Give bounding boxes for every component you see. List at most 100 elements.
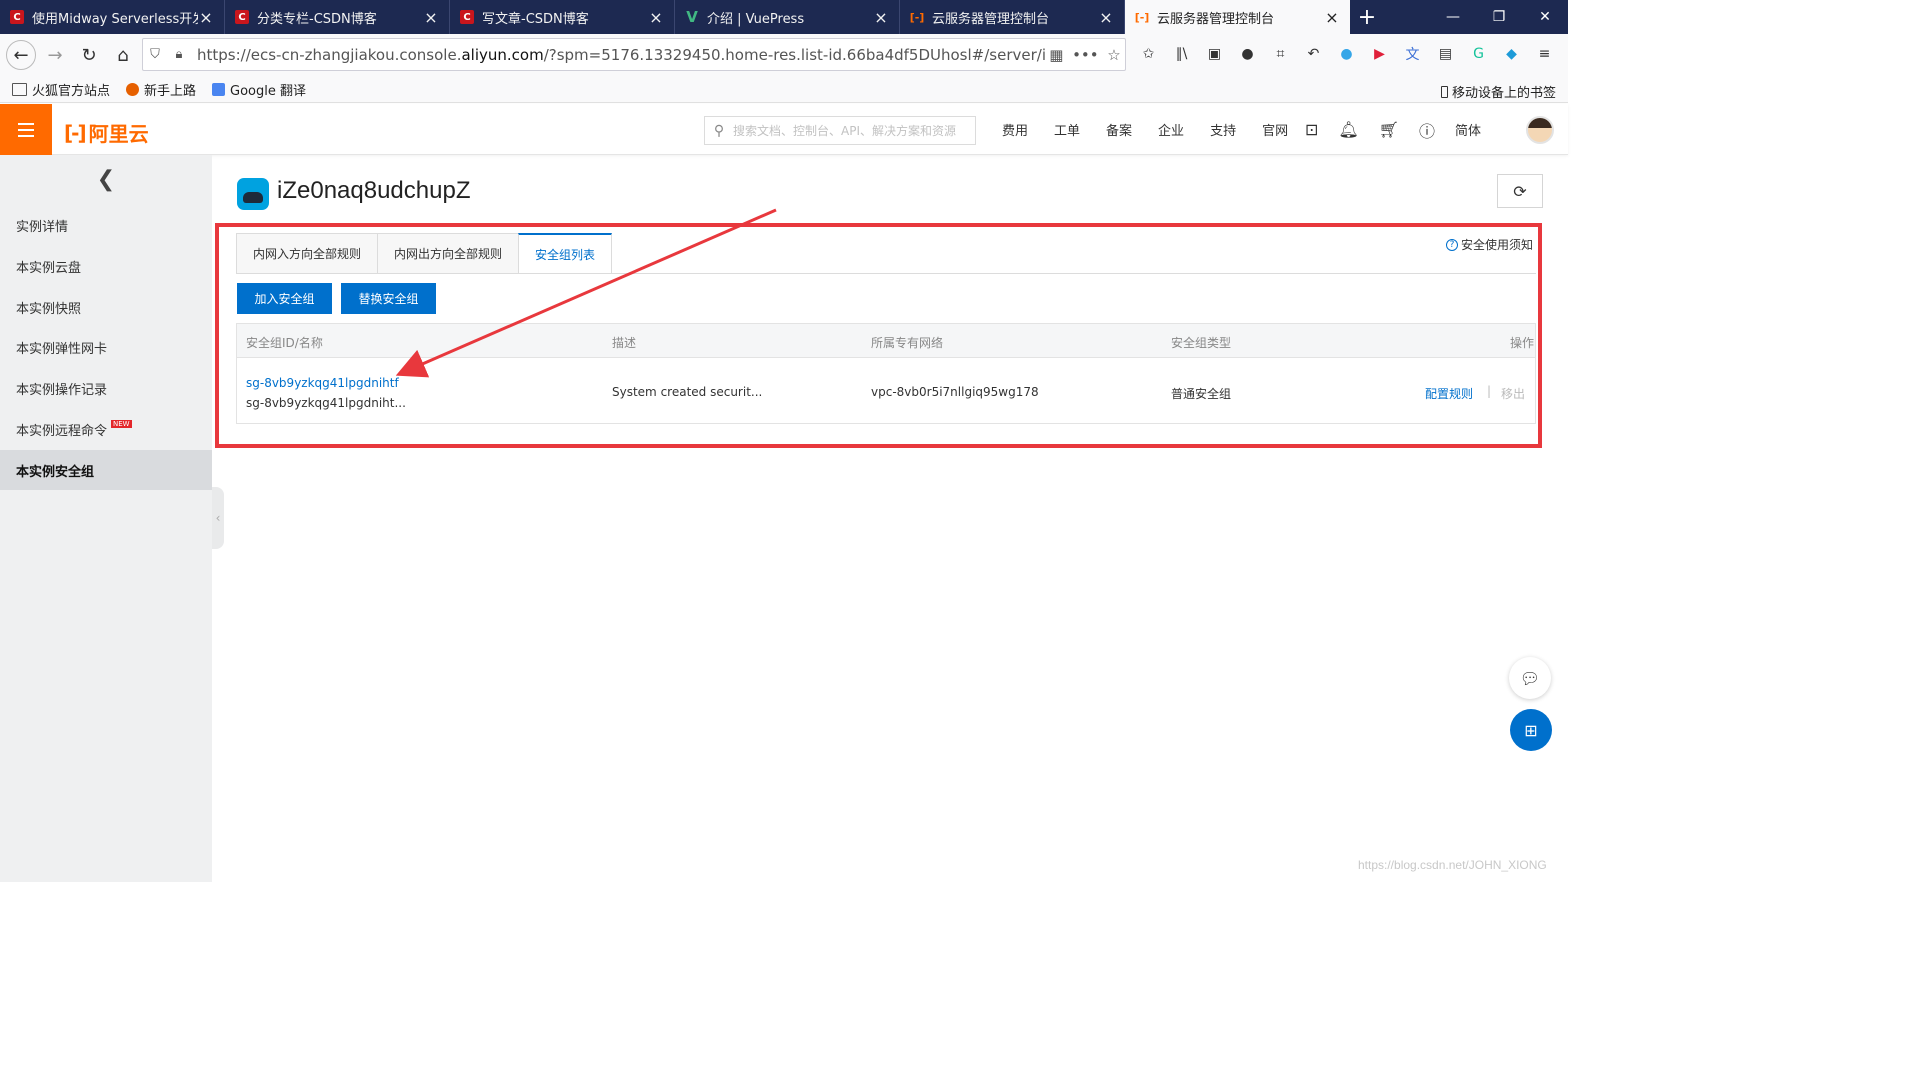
console-topbar: [-] 阿里云 ⚲ 搜索文档、控制台、API、解决方案和资源 费用 工单 备案 … — [0, 104, 1568, 155]
sidebar-item-security-groups[interactable]: 本实例安全组 — [0, 450, 212, 490]
sidebar-item-snapshots[interactable]: 本实例快照 — [0, 287, 212, 327]
restore-icon[interactable]: ❐ — [1476, 0, 1522, 34]
tab-inbound-rules[interactable]: 内网入方向全部规则 — [236, 233, 378, 274]
document-icon[interactable]: ▤ — [1432, 40, 1459, 67]
sidebar-item-remote-commands[interactable]: 本实例远程命令 NEW — [0, 409, 212, 449]
instance-icon — [237, 178, 269, 210]
vue-favicon-icon: V — [686, 8, 698, 26]
join-security-group-button[interactable]: 加入安全组 — [237, 283, 332, 314]
bookmark-item[interactable]: 新手上路 — [126, 80, 196, 99]
sidebar-toggle-handle[interactable]: ‹ — [212, 487, 224, 549]
nav-item-support[interactable]: 支持 — [1210, 120, 1236, 139]
remove-link[interactable]: 移出 — [1501, 385, 1525, 402]
top-nav: 费用 工单 备案 企业 支持 官网 — [1002, 104, 1314, 155]
language-switch[interactable]: 简体 — [1455, 120, 1481, 139]
nav-item-tickets[interactable]: 工单 — [1054, 120, 1080, 139]
browser-tab[interactable]: C 写文章-CSDN博客 × — [450, 0, 675, 34]
mobile-bookmarks[interactable]: 移动设备上的书签 — [1440, 82, 1556, 101]
column-header: 操作 — [1510, 336, 1535, 350]
close-icon[interactable]: × — [423, 8, 439, 27]
refresh-button[interactable]: ⟳ — [1497, 174, 1543, 208]
lock-icon[interactable]: 🔒︎ — [167, 47, 191, 62]
undo-icon[interactable]: ↶ — [1300, 40, 1327, 67]
nav-item-official-site[interactable]: 官网 — [1262, 120, 1288, 139]
close-icon[interactable]: × — [873, 8, 889, 27]
menu-icon[interactable]: ≡ — [1531, 40, 1558, 67]
bookmark-star-icon[interactable]: ☆ — [1107, 46, 1120, 64]
help-icon[interactable]: ⓘ — [1419, 118, 1435, 142]
nav-item-fees[interactable]: 费用 — [1002, 120, 1028, 139]
security-group-id-link[interactable]: sg-8vb9yzkqg41lpgdnihtf — [246, 376, 399, 390]
reader-icon[interactable]: ▣ — [1201, 40, 1228, 67]
minimize-icon[interactable]: — — [1430, 0, 1476, 34]
sidebar-item-eni[interactable]: 本实例弹性网卡 — [0, 327, 212, 367]
qr-code-icon[interactable]: ▦ — [1049, 46, 1063, 64]
screenshot-icon[interactable]: ⌗ — [1267, 40, 1294, 67]
watermark: https://blog.csdn.net/JOHN_XIONG — [1358, 858, 1547, 872]
nav-item-enterprise[interactable]: 企业 — [1158, 120, 1184, 139]
browser-tab[interactable]: C 使用Midway Serverless开发钉钉 × — [0, 0, 225, 34]
bell-icon[interactable]: 🔔︎ — [1338, 120, 1358, 139]
back-button[interactable]: ← — [6, 40, 36, 70]
configure-rules-link[interactable]: 配置规则 — [1425, 385, 1473, 402]
firefox-icon — [126, 82, 140, 96]
column-header: 安全组类型 — [1171, 336, 1232, 350]
tab-security-group-list[interactable]: 安全组列表 — [518, 233, 613, 274]
extension-blue-icon[interactable]: ● — [1333, 40, 1360, 67]
grammarly-icon[interactable]: G — [1465, 40, 1492, 67]
security-group-name: sg-8vb9yzkqg41lpgdniht... — [246, 396, 406, 410]
page-title: iZe0naq8udchupZ — [277, 177, 471, 204]
browser-tab[interactable]: [-] 云服务器管理控制台 × — [900, 0, 1125, 34]
more-icon[interactable]: ••• — [1072, 46, 1099, 64]
browser-tab-strip: C 使用Midway Serverless开发钉钉 × C 分类专栏-CSDN博… — [0, 0, 1568, 34]
bookmark-item[interactable]: Google 翻译 — [212, 80, 306, 99]
terminal-icon[interactable]: ⊡ — [1305, 120, 1318, 139]
table-row: sg-8vb9yzkqg41lpgdnihtf sg-8vb9yzkqg41lp… — [237, 358, 1535, 424]
back-chevron-icon[interactable]: ❮ — [0, 155, 212, 203]
security-notice-link[interactable]: ? 安全使用须知 — [1446, 236, 1533, 253]
reload-button[interactable]: ↻ — [74, 40, 104, 70]
home-button[interactable]: ⌂ — [108, 40, 138, 70]
shield-icon[interactable]: ⛉ — [143, 47, 167, 62]
column-header: 所属专有网络 — [871, 336, 944, 350]
sidebar-item-operation-log[interactable]: 本实例操作记录 — [0, 368, 212, 408]
tab-title: 介绍 | VuePress — [707, 11, 805, 27]
close-icon[interactable]: × — [648, 8, 664, 27]
hamburger-menu-icon[interactable] — [0, 104, 52, 155]
avatar[interactable] — [1526, 116, 1554, 144]
action-divider: | — [1487, 384, 1492, 398]
close-window-icon[interactable]: ✕ — [1522, 0, 1568, 34]
account-icon[interactable]: ● — [1234, 40, 1261, 67]
tab-title: 分类专栏-CSDN博客 — [257, 11, 377, 27]
apps-grid-icon[interactable]: ⊞ — [1510, 709, 1552, 751]
tab-outbound-rules[interactable]: 内网出方向全部规则 — [377, 233, 519, 274]
chat-feedback-icon[interactable]: 💬︎ — [1509, 657, 1551, 699]
sidebar-item-instance-details[interactable]: 实例详情 — [0, 205, 212, 245]
library-icon[interactable]: ∥\ — [1168, 40, 1195, 67]
translate-icon[interactable]: 文 — [1399, 40, 1426, 67]
folder-icon — [12, 82, 27, 96]
column-header: 安全组ID/名称 — [246, 336, 323, 350]
browser-tab[interactable]: C 分类专栏-CSDN博客 × — [225, 0, 450, 34]
sidebar-item-disks[interactable]: 本实例云盘 — [0, 246, 212, 286]
cart-icon[interactable]: 🛒︎ — [1379, 120, 1399, 139]
replace-security-group-button[interactable]: 替换安全组 — [341, 283, 436, 314]
close-icon[interactable]: × — [198, 8, 214, 27]
aliyun-logo[interactable]: [-] 阿里云 — [64, 118, 149, 147]
console-search-input[interactable]: ⚲ 搜索文档、控制台、API、解决方案和资源 — [704, 116, 976, 145]
extension-red-icon[interactable]: ▶ — [1366, 40, 1393, 67]
new-tab-button[interactable]: + — [1350, 0, 1384, 34]
nav-item-icp[interactable]: 备案 — [1106, 120, 1132, 139]
aliyun-logo-icon: [-] — [64, 120, 87, 145]
close-icon[interactable]: × — [1098, 8, 1114, 27]
url-text[interactable]: https://ecs-cn-zhangjiakou.console.aliyu… — [197, 46, 1045, 64]
bookmark-item[interactable]: 火狐官方站点 — [12, 80, 110, 99]
browser-tab[interactable]: V 介绍 | VuePress × — [675, 0, 900, 34]
extension-badge-icon[interactable]: ◆ — [1498, 40, 1525, 67]
browser-tab-active[interactable]: [-] 云服务器管理控制台 × — [1125, 0, 1350, 34]
column-header: 描述 — [612, 336, 637, 350]
forward-button[interactable]: → — [40, 40, 70, 70]
star-icon[interactable]: ✩ — [1135, 40, 1162, 67]
address-bar[interactable]: ⛉ 🔒︎ https://ecs-cn-zhangjiakou.console.… — [142, 38, 1126, 71]
close-icon[interactable]: × — [1324, 8, 1340, 27]
